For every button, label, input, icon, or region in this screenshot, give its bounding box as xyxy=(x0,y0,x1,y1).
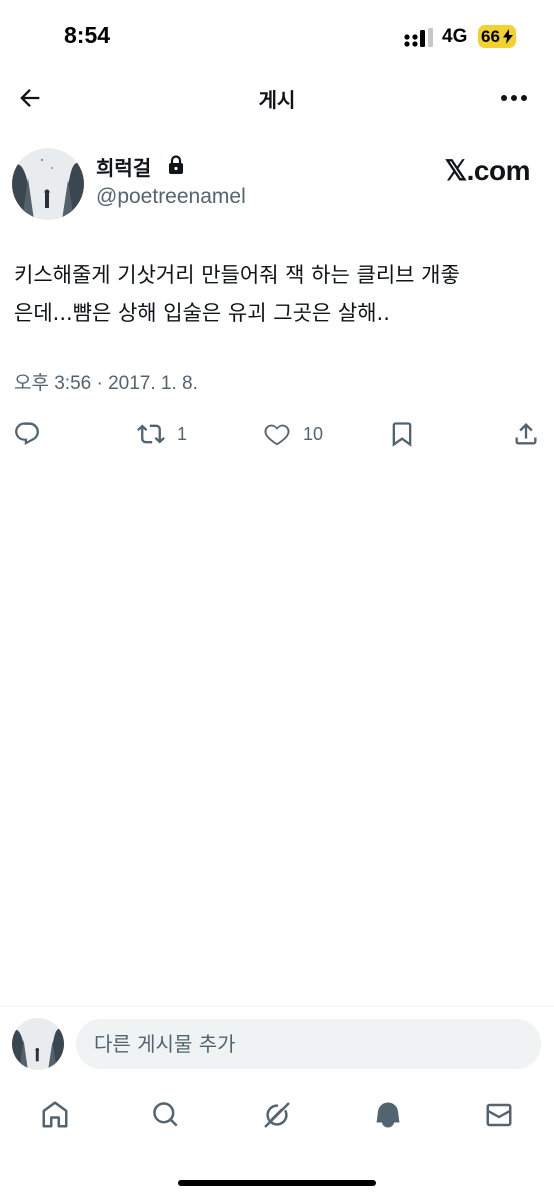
like-count: 10 xyxy=(303,423,324,444)
like-button[interactable]: 10 xyxy=(263,420,323,448)
battery-indicator: 66 xyxy=(478,25,516,48)
tab-grok[interactable] xyxy=(260,1098,294,1132)
battery-level: 66 xyxy=(481,27,500,46)
my-avatar[interactable] xyxy=(12,1018,64,1070)
status-time: 8:54 xyxy=(64,22,111,48)
heart-icon xyxy=(264,424,290,446)
page-title: 게시 xyxy=(258,88,296,112)
search-icon xyxy=(153,1102,178,1127)
top-nav: 게시 xyxy=(0,72,554,124)
tab-messages[interactable] xyxy=(482,1098,516,1132)
charging-icon xyxy=(503,29,513,44)
lock-icon xyxy=(169,155,183,174)
share-button[interactable] xyxy=(512,420,540,448)
more-options-button[interactable] xyxy=(498,86,530,110)
post-text-line: 키스해줄게 기삿거리 만들어줘 잭 하는 클리브 개좋 xyxy=(14,263,460,287)
repost-count: 1 xyxy=(177,423,188,444)
reply-icon xyxy=(15,422,39,446)
home-icon xyxy=(42,1101,68,1128)
tab-search[interactable] xyxy=(149,1098,183,1132)
messages-icon xyxy=(486,1103,512,1127)
avatar-image xyxy=(12,148,84,220)
reply-button[interactable] xyxy=(13,420,41,448)
author-avatar[interactable] xyxy=(12,148,84,220)
notifications-icon xyxy=(376,1102,400,1128)
bookmark-button[interactable] xyxy=(388,420,416,448)
share-icon xyxy=(515,423,537,445)
home-indicator[interactable] xyxy=(178,1180,376,1186)
grok-icon xyxy=(264,1102,290,1128)
repost-icon xyxy=(137,424,165,444)
repost-button[interactable]: 1 xyxy=(137,420,187,448)
post-timestamp: 오후 3:56 · 2017. 1. 8. xyxy=(14,373,198,394)
reply-input[interactable] xyxy=(76,1019,541,1069)
post-actions: 1 10 xyxy=(0,412,554,458)
avatar-image xyxy=(12,1018,64,1070)
network-type: 4G xyxy=(442,26,468,47)
status-bar: 8:54 4G 66 xyxy=(0,0,554,72)
bookmark-icon xyxy=(392,422,412,447)
author-name[interactable]: 희럭걸 xyxy=(96,152,151,181)
author-handle[interactable]: @poetreenamel xyxy=(96,185,246,209)
tab-home[interactable] xyxy=(38,1098,72,1132)
tab-notifications[interactable] xyxy=(371,1098,405,1132)
post-text-line: 은데...뺨은 상해 입술은 유괴 그곳은 살해.. xyxy=(14,301,390,325)
more-horizontal-icon xyxy=(501,95,527,101)
post-text: 키스해줄게 기삿거리 만들어줘 잭 하는 클리브 개좋 은데...뺨은 상해 입… xyxy=(14,256,542,332)
compose-divider xyxy=(0,1006,554,1007)
signal-icon xyxy=(404,28,433,47)
bottom-tab-bar xyxy=(0,1092,554,1142)
x-watermark: 𝕏.com xyxy=(444,155,531,186)
